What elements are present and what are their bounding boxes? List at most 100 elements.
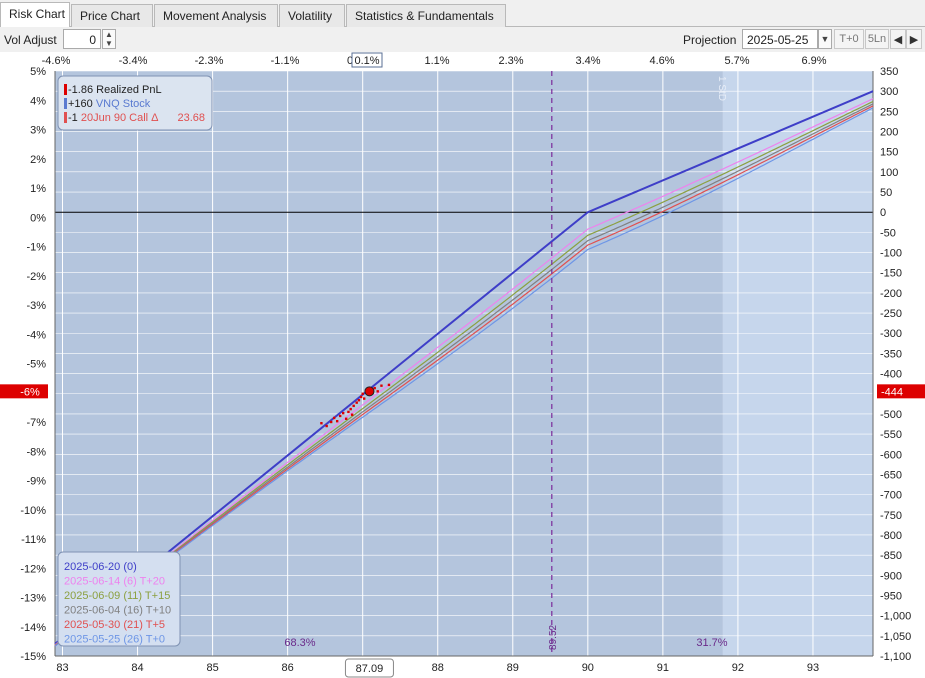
right-tick-label: -400 [880, 369, 902, 381]
series-legend-name: 2025-06-04 (16) [64, 605, 143, 617]
projection-label: Projection [683, 33, 737, 47]
t0-button[interactable]: T+0 [834, 29, 864, 49]
right-tick-label: -300 [880, 328, 902, 340]
left-pct-tick-label: 4% [30, 95, 46, 107]
series-legend-name: 2025-05-25 (26) [64, 634, 143, 646]
top-pct-tick-label: -2.3% [195, 55, 224, 67]
chevron-down-icon[interactable]: ▼ [818, 29, 832, 49]
risk-chart[interactable]: 8384858687888990919293350300250200150100… [0, 52, 925, 678]
scatter-point [329, 420, 333, 424]
spin-up-icon[interactable]: ▲ [105, 30, 113, 39]
left-pct-tick-label: -15% [20, 651, 46, 663]
right-tick-label: -800 [880, 530, 902, 542]
x-tick-label: 90 [582, 662, 594, 674]
right-tick-label: -750 [880, 510, 902, 522]
left-pct-tick-label: 0% [30, 212, 46, 224]
right-tick-label: 350 [880, 66, 898, 78]
right-tick-label: 250 [880, 106, 898, 118]
x-tick-label: 86 [282, 662, 294, 674]
series-legend-item[interactable]: 2025-06-04 (16) T+10 [64, 605, 171, 617]
right-tick-label: -550 [880, 429, 902, 441]
right-tick-label: -250 [880, 308, 902, 320]
scatter-point [344, 417, 348, 420]
right-tick-label: -650 [880, 469, 902, 481]
right-tick-label: -900 [880, 570, 902, 582]
position-legend-item: +160 VNQ Stock [68, 98, 151, 110]
left-pct-tick-label: -5% [26, 359, 46, 371]
right-tick-label: -850 [880, 550, 902, 562]
series-legend-item[interactable]: 2025-06-09 (11) T+15 [64, 590, 170, 602]
triangle-left-icon[interactable]: ◀ [890, 29, 906, 49]
left-pct-tick-label: -9% [26, 476, 46, 488]
series-legend-tag: T+0 [143, 634, 165, 646]
legend-swatch [64, 112, 67, 123]
series-legend-name: 2025-06-09 (11) [64, 590, 142, 602]
right-tick-label: -100 [880, 248, 902, 260]
left-pct-tick-label: -11% [21, 534, 46, 546]
right-tick-label: -600 [880, 449, 902, 461]
spin-down-icon[interactable]: ▼ [105, 39, 113, 48]
top-pct-tick-label: 3.4% [575, 55, 600, 67]
scatter-point [387, 383, 391, 387]
scatter-point [355, 401, 358, 404]
tab-movement-analysis[interactable]: Movement Analysis [154, 4, 278, 27]
scatter-point [352, 404, 355, 408]
scatter-point [338, 414, 342, 418]
position-desc: 20Jun 90 Call Δ [81, 112, 159, 124]
series-legend-tag: T+5 [143, 619, 165, 631]
position-legend-item: -1.86 Realized PnL [68, 84, 162, 96]
x-tick-label: 84 [131, 662, 143, 674]
position-legend-item: -1 20Jun 90 Call Δ [68, 112, 159, 124]
series-legend-tag: T+20 [137, 576, 165, 588]
x-tick-label: 92 [732, 662, 744, 674]
breakeven-label: 89.52 [548, 625, 559, 650]
top-pct-tick-label: 5.7% [724, 55, 749, 67]
triangle-right-icon[interactable]: ▶ [906, 29, 922, 49]
right-tick-label: 50 [880, 187, 892, 199]
toolbar: Vol Adjust 0 ▲ ▼ Projection 2025-05-25 ▼ … [0, 27, 925, 52]
right-tick-label: -1,000 [880, 611, 911, 623]
top-pct-tick-label: 2.3% [498, 55, 523, 67]
right-tick-label: -350 [880, 348, 902, 360]
left-pct-tick-label: -1% [26, 242, 46, 254]
left-pct-tick-label: -4% [26, 329, 46, 341]
series-legend-tag: T+10 [143, 605, 171, 617]
series-legend-item[interactable]: 2025-05-25 (26) T+0 [64, 634, 165, 646]
legend-swatch [64, 98, 67, 109]
current-position-marker[interactable] [364, 386, 375, 397]
probability-right-label: 31.7% [696, 637, 727, 649]
right-tick-label: -500 [880, 409, 902, 421]
left-current-label: -6% [20, 386, 40, 398]
tab-price-chart[interactable]: Price Chart [71, 4, 153, 27]
x-tick-label: 91 [657, 662, 669, 674]
series-legend-item[interactable]: 2025-06-20 (0) [64, 561, 137, 573]
left-pct-tick-label: -3% [26, 300, 46, 312]
series-legend-name: 2025-05-30 (21) [64, 619, 143, 631]
position-desc: VNQ Stock [96, 98, 151, 110]
right-tick-label: 200 [880, 127, 898, 139]
tab-risk-chart[interactable]: Risk Chart [0, 2, 70, 28]
x-tick-label: 83 [56, 662, 68, 674]
scatter-point [335, 419, 339, 423]
position-qty: +160 [68, 98, 96, 110]
tab-statistics-fundamentals[interactable]: Statistics & Fundamentals [346, 4, 506, 27]
series-legend-item[interactable]: 2025-06-14 (6) T+20 [64, 576, 165, 588]
five-lines-button[interactable]: 5Ln [865, 29, 889, 49]
top-pct-tick-label: 0.1% [354, 55, 379, 67]
scatter-point [349, 407, 352, 411]
tab-volatility[interactable]: Volatility [279, 4, 345, 27]
top-pct-tick-label: 1.1% [424, 55, 449, 67]
projection-date-input[interactable]: 2025-05-25 [742, 29, 818, 49]
left-pct-tick-label: 5% [30, 66, 46, 78]
series-legend-item[interactable]: 2025-05-30 (21) T+5 [64, 619, 165, 631]
scatter-point [347, 410, 350, 414]
scatter-point [362, 397, 366, 400]
right-tick-label: 100 [880, 167, 898, 179]
left-pct-tick-label: 2% [30, 154, 46, 166]
series-legend-name: 2025-06-14 (6) [64, 576, 137, 588]
position-qty: -1 [68, 112, 81, 124]
vol-adjust-input[interactable]: 0 [63, 29, 101, 49]
left-pct-tick-label: -12% [20, 563, 46, 575]
right-tick-label: -50 [880, 227, 896, 239]
vol-adjust-spinner[interactable]: ▲ ▼ [102, 29, 116, 49]
